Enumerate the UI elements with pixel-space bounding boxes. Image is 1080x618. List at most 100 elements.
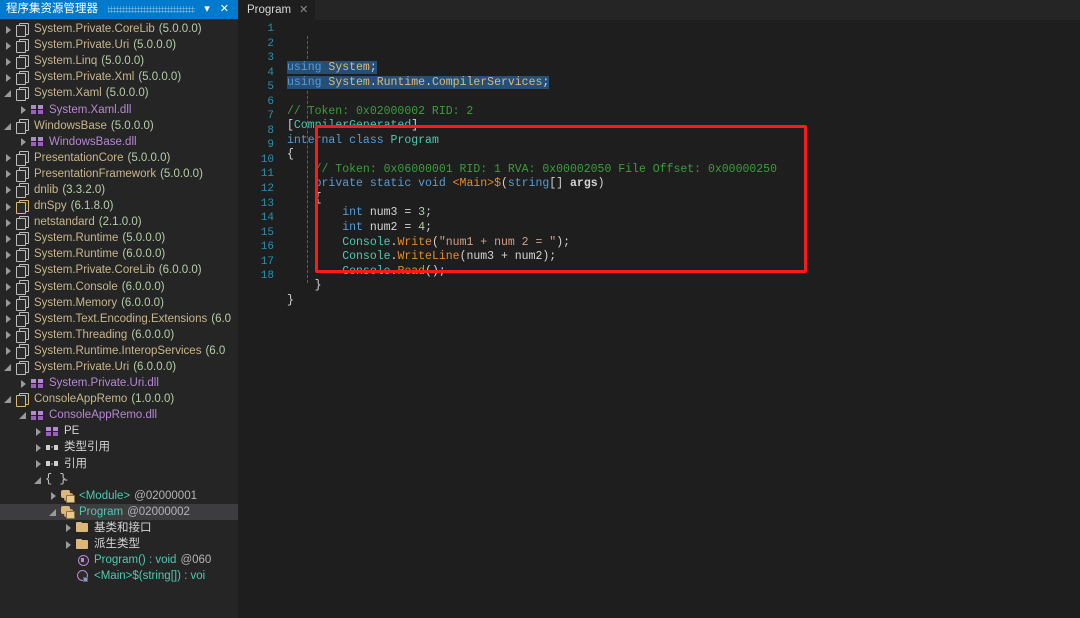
code-line[interactable]: // Token: 0x06000001 RID: 1 RVA: 0x00002… [280, 163, 1080, 178]
chevron-right-icon[interactable] [2, 327, 15, 343]
tree-node[interactable]: WindowsBase.dll [0, 134, 238, 150]
code-line[interactable]: [CompilerGenerated] [280, 119, 1080, 134]
assembly-icon-highlight [15, 199, 30, 215]
tree-node[interactable]: System.Private.Uri.dll [0, 375, 238, 391]
chevron-down-icon[interactable] [47, 504, 60, 520]
chevron-right-icon[interactable] [2, 182, 15, 198]
tree-node[interactable]: PresentationFramework (5.0.0.0) [0, 166, 238, 182]
chevron-right-icon[interactable] [62, 536, 75, 552]
code-content[interactable]: using System; using System.Runtime.Compil… [280, 20, 1080, 618]
assembly-icon [15, 182, 30, 198]
panel-drag-handle[interactable] [98, 0, 199, 19]
chevron-down-icon[interactable] [2, 359, 15, 375]
chevron-right-icon[interactable] [2, 69, 15, 85]
tree-node[interactable]: System.Private.Uri (6.0.0.0) [0, 359, 238, 376]
close-icon[interactable]: ✕ [215, 0, 234, 19]
chevron-right-icon[interactable] [2, 21, 15, 37]
code-line[interactable]: Console.WriteLine(num3 + num2); [280, 250, 1080, 265]
tree-node[interactable]: System.Console (6.0.0.0) [0, 279, 238, 295]
chevron-right-icon[interactable] [17, 102, 30, 118]
chevron-right-icon[interactable] [32, 423, 45, 439]
chevron-right-icon[interactable] [2, 279, 15, 295]
chevron-down-icon[interactable] [32, 472, 45, 488]
tree-node[interactable]: { } - [0, 472, 238, 488]
chevron-right-icon[interactable] [2, 37, 15, 53]
code-line[interactable]: int num2 = 4; [280, 221, 1080, 236]
code-line[interactable]: { [280, 192, 1080, 207]
chevron-right-icon[interactable] [2, 166, 15, 182]
tree-node[interactable]: <Module> @02000001 [0, 488, 238, 504]
tree-node[interactable]: System.Runtime (6.0.0.0) [0, 246, 238, 263]
chevron-right-icon[interactable] [32, 456, 45, 472]
chevron-right-icon[interactable] [2, 343, 15, 359]
tab-program[interactable]: Program ✕ [238, 0, 316, 20]
tree-node[interactable]: System.Runtime.InteropServices (6.0 [0, 343, 238, 359]
tree-node[interactable]: WindowsBase (5.0.0.0) [0, 118, 238, 134]
code-line[interactable]: using System.Runtime.CompilerServices; [280, 75, 1080, 91]
chevron-right-icon[interactable] [2, 214, 15, 230]
close-icon[interactable]: ✕ [299, 4, 308, 16]
code-line[interactable]: using System; [280, 61, 1080, 76]
code-line[interactable]: } [280, 279, 1080, 294]
code-line[interactable] [280, 308, 1080, 323]
chevron-down-icon[interactable] [2, 391, 15, 407]
tree-node[interactable]: System.Memory (6.0.0.0) [0, 295, 238, 311]
code-token: ( [431, 235, 439, 249]
chevron-right-icon[interactable] [62, 520, 75, 536]
tree-node[interactable]: System.Private.CoreLib (6.0.0.0) [0, 262, 238, 279]
code-line[interactable]: internal class Program [280, 134, 1080, 149]
tree-node[interactable]: 引用 [0, 456, 238, 472]
chevron-right-icon[interactable] [2, 53, 15, 69]
chevron-right-icon[interactable] [2, 311, 15, 327]
chevron-right-icon[interactable] [32, 439, 45, 455]
tree-node[interactable]: 类型引用 [0, 439, 238, 455]
code-line[interactable]: Console.Read(); [280, 265, 1080, 280]
tree-node[interactable]: Program() : void @060 [0, 552, 238, 568]
code-line[interactable]: // Token: 0x02000002 RID: 2 [280, 105, 1080, 120]
tree-node-label: System.Xaml [34, 87, 102, 100]
chevron-right-icon[interactable] [2, 198, 15, 214]
tree-node[interactable]: PresentationCore (5.0.0.0) [0, 150, 238, 166]
chevron-down-icon[interactable] [17, 407, 30, 423]
code-line[interactable]: } [280, 294, 1080, 309]
code-line[interactable]: { [280, 148, 1080, 163]
chevron-right-icon[interactable] [2, 246, 15, 262]
assembly-tree[interactable]: System.Private.CoreLib (5.0.0.0) System.Pr… [0, 19, 238, 618]
chevron-down-icon[interactable]: ▾ [199, 0, 215, 19]
tree-node[interactable]: System.Runtime (5.0.0.0) [0, 230, 238, 247]
chevron-right-icon[interactable] [17, 375, 30, 391]
tree-node[interactable]: PE [0, 423, 238, 439]
tree-node-label: System.Private.CoreLib [34, 264, 155, 277]
tree-node[interactable]: System.Private.CoreLib (5.0.0.0) [0, 21, 238, 38]
chevron-right-icon[interactable] [17, 134, 30, 150]
chevron-right-icon[interactable] [47, 488, 60, 504]
tree-node[interactable]: System.Text.Encoding.Extensions (6.0 [0, 311, 238, 327]
chevron-right-icon[interactable] [2, 230, 15, 246]
chevron-right-icon[interactable] [2, 150, 15, 166]
tree-node[interactable]: ConsoleAppRemo (1.0.0.0) [0, 391, 238, 408]
tree-node[interactable]: System.Private.Xml (5.0.0.0) [0, 69, 238, 86]
tree-node[interactable]: <Main>$(string[]) : voi [0, 568, 238, 584]
chevron-down-icon[interactable] [2, 85, 15, 101]
tree-node[interactable]: netstandard (2.1.0.0) [0, 214, 238, 231]
code-line[interactable]: private static void <Main>$(string[] arg… [280, 177, 1080, 192]
tree-node[interactable]: dnSpy (6.1.8.0) [0, 198, 238, 215]
tree-node[interactable]: System.Linq (5.0.0.0) [0, 53, 238, 70]
chevron-right-icon[interactable] [2, 295, 15, 311]
code-line[interactable]: int num3 = 3; [280, 206, 1080, 221]
tree-node[interactable]: System.Xaml (5.0.0.0) [0, 85, 238, 102]
chevron-down-icon[interactable] [2, 118, 15, 134]
tree-node[interactable]: ConsoleAppRemo.dll [0, 407, 238, 423]
tree-node[interactable]: System.Xaml.dll [0, 101, 238, 117]
tree-node[interactable]: Program @02000002 [0, 503, 238, 520]
chevron-right-icon[interactable] [2, 262, 15, 278]
tree-node[interactable]: dnlib (3.3.2.0) [0, 182, 238, 198]
tree-node[interactable]: System.Private.Uri (5.0.0.0) [0, 37, 238, 54]
tree-node[interactable]: System.Threading (6.0.0.0) [0, 327, 238, 343]
code-line[interactable]: Console.Write("num1 + num 2 = "); [280, 236, 1080, 251]
code-editor[interactable]: 1 2 3 4 5 6 7 8 9 10 11 12 13 14 15 16 17 18 using System… [238, 20, 1080, 618]
tree-node[interactable]: 基类和接口 [0, 520, 238, 536]
code-token: } [287, 293, 294, 307]
code-line[interactable] [280, 90, 1080, 105]
tree-node[interactable]: 派生类型 [0, 536, 238, 552]
